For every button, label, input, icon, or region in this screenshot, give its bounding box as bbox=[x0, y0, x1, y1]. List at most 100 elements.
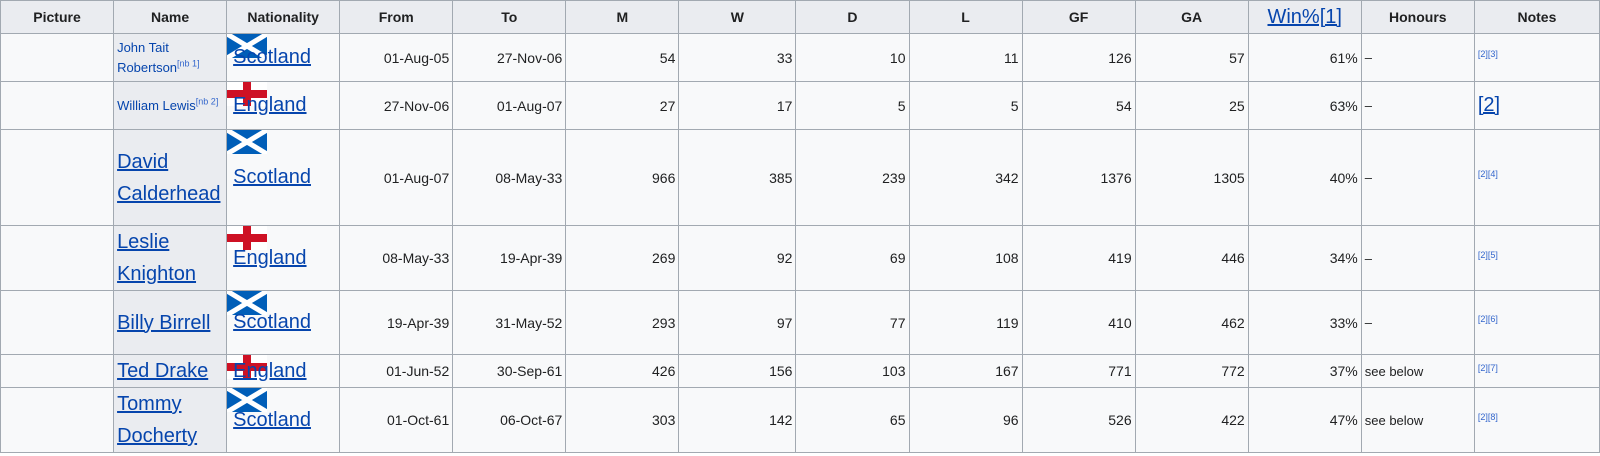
col-header-w: W bbox=[678, 0, 797, 34]
notes-ref-link[interactable]: [2][7] bbox=[1478, 363, 1498, 373]
header-row: Picture Name Nationality From To M W D L… bbox=[0, 0, 1600, 34]
nationality-cell: Scotland bbox=[226, 387, 341, 453]
col-header-d: D bbox=[795, 0, 910, 34]
nationality-link[interactable]: Scotland bbox=[233, 46, 311, 68]
name-cell: David Calderhead bbox=[113, 129, 228, 226]
notes-ref-link[interactable]: [2][4] bbox=[1478, 169, 1498, 179]
to-cell: 01-Aug-07 bbox=[452, 81, 567, 130]
gf-cell: 410 bbox=[1021, 290, 1136, 355]
col-header-picture: Picture bbox=[0, 0, 115, 34]
w-cell: 156 bbox=[678, 354, 797, 388]
col-header-notes: Notes bbox=[1473, 0, 1600, 34]
picture-cell bbox=[0, 81, 115, 130]
col-header-to: To bbox=[452, 0, 567, 34]
honours-cell: – bbox=[1360, 129, 1475, 226]
d-cell: 239 bbox=[795, 129, 910, 226]
notes-ref-link[interactable]: [2][8] bbox=[1478, 412, 1498, 422]
to-cell: 30-Sep-61 bbox=[452, 354, 567, 388]
notes-cell: [2][6] bbox=[1473, 290, 1600, 355]
win-percent-link[interactable]: Win%[1] bbox=[1267, 6, 1341, 28]
notes-ref-link[interactable]: [2] bbox=[1478, 94, 1500, 116]
from-cell: 27-Nov-06 bbox=[339, 81, 454, 130]
nationality-cell: Scotland bbox=[226, 290, 341, 355]
name-cell: Billy Birrell bbox=[113, 290, 228, 355]
notes-ref-link[interactable]: [2][6] bbox=[1478, 314, 1498, 324]
name-cell: Ted Drake bbox=[113, 354, 228, 388]
honours-cell: – bbox=[1360, 81, 1475, 130]
ga-cell: 25 bbox=[1134, 81, 1249, 130]
nationality-cell: England bbox=[226, 225, 341, 291]
honours-cell: – bbox=[1360, 225, 1475, 291]
l-cell: 119 bbox=[908, 290, 1023, 355]
ga-cell: 1305 bbox=[1134, 129, 1249, 226]
footnote-ref[interactable]: [nb 2] bbox=[196, 96, 219, 106]
table-row: David Calderhead Scotland 01-Aug-07 08-May-… bbox=[0, 129, 1600, 226]
manager-name-link[interactable]: David Calderhead bbox=[117, 151, 220, 205]
table-row: William Lewis[nb 2] England 27-Nov-06 01-Au… bbox=[0, 81, 1600, 130]
col-header-name: Name bbox=[113, 0, 228, 34]
ga-cell: 422 bbox=[1134, 387, 1249, 453]
m-cell: 303 bbox=[565, 387, 680, 453]
col-header-win: Win%[1] bbox=[1247, 0, 1362, 34]
honours-cell: – bbox=[1360, 33, 1475, 82]
footnote-ref[interactable]: [nb 1] bbox=[177, 58, 200, 68]
honours-cell: see below bbox=[1360, 387, 1475, 453]
col-header-m: M bbox=[565, 0, 680, 34]
w-cell: 92 bbox=[678, 225, 797, 291]
l-cell: 108 bbox=[908, 225, 1023, 291]
nationality-link[interactable]: Scotland bbox=[233, 166, 311, 188]
w-cell: 97 bbox=[678, 290, 797, 355]
col-header-from: From bbox=[339, 0, 454, 34]
manager-name-link[interactable]: William Lewis bbox=[117, 98, 196, 113]
w-cell: 17 bbox=[678, 81, 797, 130]
ga-cell: 446 bbox=[1134, 225, 1249, 291]
win-cell: 63% bbox=[1247, 81, 1362, 130]
picture-cell bbox=[0, 33, 115, 82]
manager-name-link[interactable]: Ted Drake bbox=[117, 360, 208, 382]
nationality-cell: Scotland bbox=[226, 129, 341, 226]
col-header-l: L bbox=[908, 0, 1023, 34]
nationality-link[interactable]: England bbox=[233, 94, 306, 116]
ga-cell: 57 bbox=[1134, 33, 1249, 82]
managers-table: Picture Name Nationality From To M W D L… bbox=[0, 0, 1600, 453]
notes-ref-link[interactable]: [2][5] bbox=[1478, 250, 1498, 260]
m-cell: 27 bbox=[565, 81, 680, 130]
notes-cell: [2][8] bbox=[1473, 387, 1600, 453]
table-row: Ted Drake England 01-Jun-52 30-Sep-61 426 156… bbox=[0, 354, 1600, 388]
manager-name-link[interactable]: Leslie Knighton bbox=[117, 231, 196, 285]
notes-cell: [2][4] bbox=[1473, 129, 1600, 226]
l-cell: 96 bbox=[908, 387, 1023, 453]
nationality-link[interactable]: Scotland bbox=[233, 409, 311, 431]
name-cell: Tommy Docherty bbox=[113, 387, 228, 453]
manager-name-link[interactable]: John Tait Robertson bbox=[117, 40, 177, 75]
manager-name-link[interactable]: Tommy Docherty bbox=[117, 393, 197, 447]
ga-cell: 462 bbox=[1134, 290, 1249, 355]
m-cell: 426 bbox=[565, 354, 680, 388]
w-cell: 33 bbox=[678, 33, 797, 82]
l-cell: 342 bbox=[908, 129, 1023, 226]
to-cell: 27-Nov-06 bbox=[452, 33, 567, 82]
m-cell: 966 bbox=[565, 129, 680, 226]
notes-cell: [2][3] bbox=[1473, 33, 1600, 82]
d-cell: 10 bbox=[795, 33, 910, 82]
nationality-link[interactable]: England bbox=[233, 247, 306, 269]
name-cell: William Lewis[nb 2] bbox=[113, 81, 228, 130]
nationality-link[interactable]: England bbox=[233, 360, 306, 382]
notes-ref-link[interactable]: [2][3] bbox=[1478, 49, 1498, 59]
d-cell: 103 bbox=[795, 354, 910, 388]
manager-name-link[interactable]: Billy Birrell bbox=[117, 312, 210, 334]
gf-cell: 526 bbox=[1021, 387, 1136, 453]
picture-cell bbox=[0, 290, 115, 355]
to-cell: 06-Oct-67 bbox=[452, 387, 567, 453]
from-cell: 08-May-33 bbox=[339, 225, 454, 291]
nationality-link[interactable]: Scotland bbox=[233, 311, 311, 333]
from-cell: 01-Aug-05 bbox=[339, 33, 454, 82]
from-cell: 19-Apr-39 bbox=[339, 290, 454, 355]
win-cell: 34% bbox=[1247, 225, 1362, 291]
nationality-cell: England bbox=[226, 354, 341, 388]
name-cell: John Tait Robertson[nb 1] bbox=[113, 33, 228, 82]
col-header-gf: GF bbox=[1021, 0, 1136, 34]
picture-cell bbox=[0, 225, 115, 291]
gf-cell: 126 bbox=[1021, 33, 1136, 82]
col-header-ga: GA bbox=[1134, 0, 1249, 34]
